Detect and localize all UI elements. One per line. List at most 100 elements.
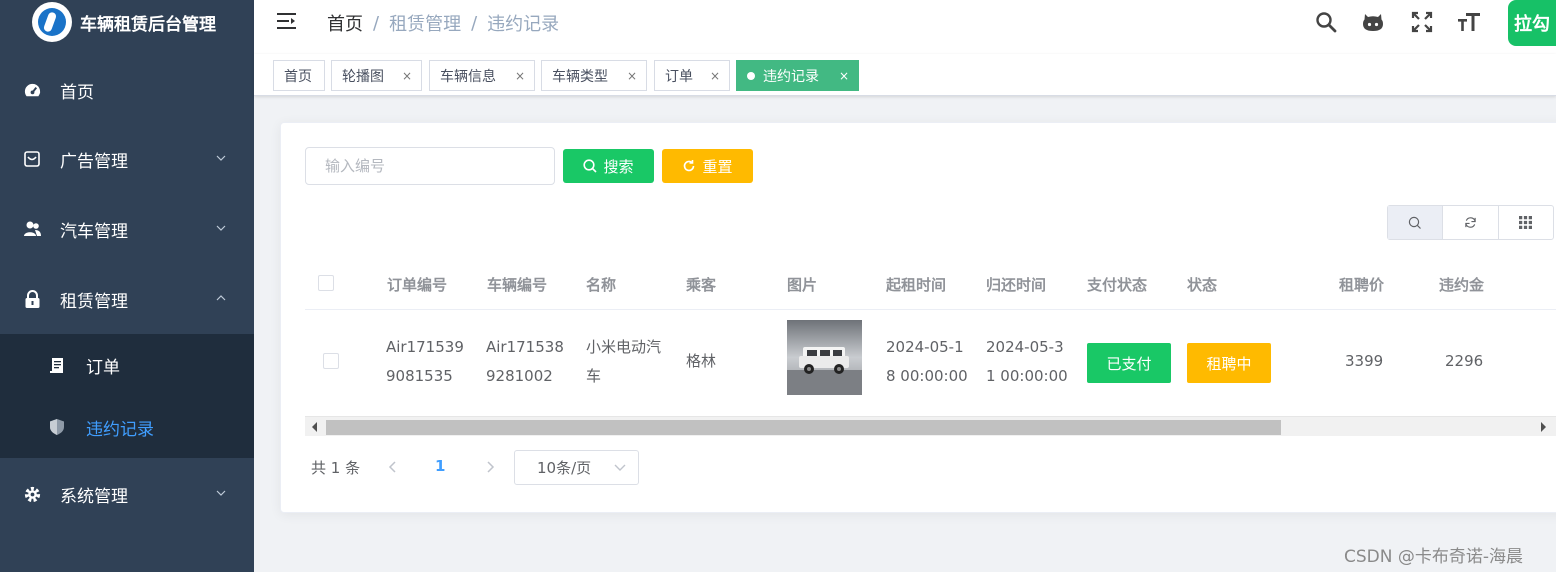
name-cell: 小米电动汽 车 <box>586 333 661 391</box>
sidebar-subitem-violations[interactable]: 违约记录 <box>0 397 254 457</box>
logo[interactable]: 车辆租赁后台管理 <box>0 0 254 44</box>
column-header[interactable]: 状态 <box>1187 274 1217 295</box>
fullscreen-icon[interactable] <box>1410 10 1434 34</box>
sidebar-item-cars[interactable]: 汽车管理 <box>0 201 254 257</box>
chevron-down-icon <box>216 490 226 496</box>
sidebar-item-system[interactable]: 系统管理 <box>0 466 254 522</box>
pagination-page-current[interactable]: 1 <box>435 457 445 475</box>
toggle-search-button[interactable] <box>1388 206 1444 239</box>
tag-label: 轮播图 <box>342 68 384 85</box>
sidebar-item-rental[interactable]: 租赁管理 <box>0 271 254 327</box>
close-icon[interactable]: × <box>515 69 525 83</box>
columns-button[interactable] <box>1499 206 1553 239</box>
scrollbar-thumb[interactable] <box>326 420 1281 435</box>
breadcrumb: 首页 / 租赁管理 / 违约记录 <box>327 10 559 36</box>
cell-text-line: 小米电动汽 <box>586 338 662 356</box>
tag-home[interactable]: 首页 <box>273 60 325 91</box>
cell-text-line: 9081535 <box>386 367 453 385</box>
cell-text-line: 8 00:00:00 <box>886 367 968 385</box>
sidebar-subitem-orders[interactable]: 订单 <box>0 335 254 395</box>
tag-label: 违约记录 <box>763 68 819 85</box>
horizontal-scrollbar[interactable] <box>305 416 1556 436</box>
column-header[interactable]: 租聘价 <box>1339 274 1384 295</box>
sidebar-item-ads[interactable]: 广告管理 <box>0 131 254 187</box>
reset-button[interactable]: 重置 <box>662 149 753 183</box>
column-header[interactable]: 违约金 <box>1439 274 1484 295</box>
select-all-checkbox[interactable] <box>318 275 334 291</box>
column-header[interactable]: 乘客 <box>686 274 716 295</box>
close-icon[interactable]: × <box>627 69 637 83</box>
chevron-up-icon <box>216 295 226 301</box>
column-header[interactable]: 订单编号 <box>387 274 447 295</box>
lock-icon <box>22 289 42 309</box>
cell-text-line: 2024-05-1 <box>886 338 964 356</box>
close-icon[interactable]: × <box>839 69 849 83</box>
chevron-right-icon[interactable] <box>482 459 498 475</box>
refresh-icon <box>1465 217 1476 228</box>
refresh-icon <box>684 160 695 172</box>
column-header[interactable]: 起租时间 <box>886 274 946 295</box>
column-header[interactable]: 名称 <box>586 274 616 295</box>
chevron-left-icon[interactable] <box>385 459 401 475</box>
grid-icon <box>1519 216 1533 229</box>
github-icon[interactable] <box>1361 10 1385 34</box>
logo-icon <box>32 2 72 42</box>
row-checkbox[interactable] <box>323 353 339 369</box>
avatar[interactable]: 拉勾 <box>1508 0 1556 46</box>
tags-view: 首页 轮播图 × 车辆信息 × 车辆类型 × 订单 × 违约记录 × <box>254 54 1556 96</box>
close-icon[interactable]: × <box>710 69 720 83</box>
column-header[interactable]: 图片 <box>787 274 817 295</box>
active-dot-icon <box>747 71 755 80</box>
chevron-down-icon <box>216 225 226 231</box>
hamburger-icon[interactable] <box>276 11 298 31</box>
search-icon[interactable] <box>1314 10 1338 34</box>
passenger-cell: 格林 <box>686 352 717 370</box>
close-icon[interactable]: × <box>402 69 412 83</box>
tag-label: 车辆类型 <box>552 68 608 85</box>
tag-violations[interactable]: 违约记录 × <box>736 60 859 91</box>
font-size-icon[interactable] <box>1457 10 1481 34</box>
breadcrumb-item[interactable]: 首页 <box>327 10 363 36</box>
chevron-down-icon <box>216 155 226 161</box>
return-time-cell: 2024-05-3 1 00:00:00 <box>986 333 1068 391</box>
tag-orders[interactable]: 订单 × <box>654 60 730 91</box>
breadcrumb-separator: / <box>373 12 380 34</box>
cell-text-line: 车 <box>586 367 602 385</box>
cell-text-line: Air171539 <box>386 338 464 356</box>
document-icon <box>48 356 66 374</box>
pay-status-badge: 已支付 <box>1087 343 1171 383</box>
car-image[interactable] <box>787 320 862 395</box>
table-divider <box>305 309 1556 310</box>
page-size-value: 10条/页 <box>537 459 592 477</box>
search-button[interactable]: 搜索 <box>563 149 654 183</box>
app-title: 车辆租赁后台管理 <box>80 14 216 35</box>
order-number-cell: Air171539 9081535 <box>386 333 464 391</box>
sidebar-item-label: 首页 <box>60 82 94 103</box>
sidebar-item-home[interactable]: 首页 <box>0 62 254 118</box>
sidebar-item-label: 租赁管理 <box>60 291 128 312</box>
search-icon <box>1408 216 1422 229</box>
search-input[interactable] <box>305 147 555 185</box>
scroll-right-icon[interactable] <box>1541 422 1546 432</box>
dashboard-icon <box>22 80 42 100</box>
cell-text-line: 9281002 <box>486 367 553 385</box>
search-icon <box>583 159 598 173</box>
column-header[interactable]: 车辆编号 <box>487 274 547 295</box>
start-time-cell: 2024-05-1 8 00:00:00 <box>886 333 968 391</box>
cell-text-line: Air171538 <box>486 338 564 356</box>
shield-icon <box>48 418 66 436</box>
tag-carousel[interactable]: 轮播图 × <box>331 60 422 91</box>
tag-vehicle-type[interactable]: 车辆类型 × <box>541 60 647 91</box>
tag-vehicle-info[interactable]: 车辆信息 × <box>429 60 535 91</box>
refresh-button[interactable] <box>1443 206 1499 239</box>
breadcrumb-item: 租赁管理 <box>389 14 462 35</box>
breadcrumb-separator: / <box>471 12 478 34</box>
column-header[interactable]: 支付状态 <box>1087 274 1147 295</box>
pagination-total: 共 1 条 <box>311 459 361 477</box>
tag-label: 订单 <box>665 68 693 85</box>
ad-icon <box>22 149 42 169</box>
scroll-left-icon[interactable] <box>312 422 317 432</box>
page-size-select[interactable]: 10条/页 <box>514 450 639 485</box>
price-cell: 3399 <box>1345 352 1384 370</box>
column-header[interactable]: 归还时间 <box>986 274 1046 295</box>
